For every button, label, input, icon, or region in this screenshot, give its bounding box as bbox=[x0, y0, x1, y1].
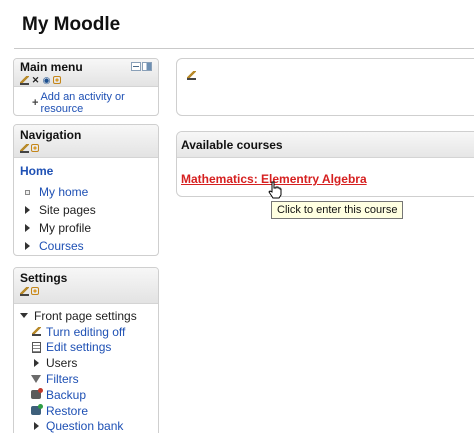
settings-header: Settings bbox=[14, 268, 158, 304]
block-edit-icons bbox=[20, 144, 152, 153]
expand-arrow-icon bbox=[24, 206, 30, 214]
settings-item-users[interactable]: Users bbox=[30, 355, 154, 371]
main-menu-block: Main menu ✕ ◉ + Add an activity or resou… bbox=[13, 58, 159, 116]
move-icon[interactable] bbox=[53, 76, 61, 84]
move-icon[interactable] bbox=[31, 144, 39, 152]
block-edit-icons bbox=[20, 287, 152, 296]
expand-arrow-icon bbox=[24, 242, 30, 250]
block-edit-icons: ✕ ◉ bbox=[20, 76, 152, 85]
nav-item-label: My home bbox=[39, 185, 89, 199]
restore-icon bbox=[31, 404, 43, 416]
hand-cursor-icon bbox=[268, 181, 282, 199]
main-menu-header: Main menu ✕ ◉ bbox=[14, 59, 158, 87]
front-page-settings-node[interactable]: Front page settings bbox=[18, 308, 154, 324]
settings-item-label: Filters bbox=[46, 372, 79, 387]
dock-icon[interactable] bbox=[142, 62, 152, 71]
move-icon[interactable] bbox=[31, 287, 39, 295]
collapse-icon[interactable] bbox=[131, 62, 141, 71]
settings-item-turn-editing-off[interactable]: Turn editing off bbox=[30, 324, 154, 340]
edit-icon[interactable] bbox=[20, 144, 29, 153]
add-activity-link[interactable]: + Add an activity or resource bbox=[18, 91, 154, 115]
navigation-header: Navigation bbox=[14, 125, 158, 158]
settings-title: Settings bbox=[20, 271, 68, 285]
settings-block: Settings Front page settings Turn editin… bbox=[13, 267, 159, 433]
page-title: My Moodle bbox=[22, 14, 121, 35]
block-controls bbox=[131, 62, 152, 71]
settings-item-label: Restore bbox=[46, 403, 89, 418]
plus-icon: + bbox=[32, 97, 39, 109]
available-courses-title: Available courses bbox=[177, 132, 474, 158]
nav-item-my-home[interactable]: My home bbox=[18, 183, 154, 201]
settings-item-label: Users bbox=[46, 356, 78, 371]
settings-item-edit-settings[interactable]: Edit settings bbox=[30, 340, 154, 356]
settings-item-restore[interactable]: Restore bbox=[30, 403, 154, 419]
tooltip: Click to enter this course bbox=[271, 201, 404, 219]
nav-item-label: Courses bbox=[39, 239, 84, 253]
nav-home-link[interactable]: Home bbox=[18, 164, 154, 178]
settings-item-label: Backup bbox=[46, 387, 87, 402]
nav-item-label: My profile bbox=[39, 221, 92, 235]
bullet-icon bbox=[24, 189, 30, 195]
available-courses-block: Available courses Mathematics: Elementry… bbox=[176, 131, 474, 197]
nav-item-courses[interactable]: Courses bbox=[18, 237, 154, 255]
navigation-title: Navigation bbox=[20, 128, 82, 142]
edit-icon[interactable] bbox=[20, 76, 29, 85]
expand-arrow-icon bbox=[33, 422, 39, 431]
settings-item-backup[interactable]: Backup bbox=[30, 387, 154, 403]
settings-item-filters[interactable]: Filters bbox=[30, 371, 154, 387]
nav-item-site-pages[interactable]: Site pages bbox=[18, 201, 154, 219]
document-icon bbox=[31, 341, 41, 353]
settings-item-question-bank[interactable]: Question bank bbox=[30, 419, 154, 433]
settings-section-label: Front page settings bbox=[34, 308, 137, 323]
add-activity-label: Add an activity or resource bbox=[40, 91, 125, 115]
edit-icon[interactable] bbox=[20, 287, 29, 296]
settings-item-label: Edit settings bbox=[46, 340, 112, 355]
navigation-block: Navigation Home My home Site pages My pr… bbox=[13, 124, 159, 256]
filter-icon bbox=[31, 375, 41, 384]
edit-icon bbox=[31, 327, 41, 337]
collapse-arrow-icon bbox=[20, 313, 28, 319]
nav-item-label: Site pages bbox=[39, 203, 96, 217]
settings-item-label: Turn editing off bbox=[46, 324, 126, 339]
eye-icon[interactable]: ◉ bbox=[42, 76, 51, 85]
expand-arrow-icon bbox=[24, 224, 30, 232]
expand-arrow-icon bbox=[33, 359, 39, 368]
backup-icon bbox=[31, 388, 43, 400]
settings-item-label: Question bank bbox=[46, 419, 124, 433]
nav-item-my-profile[interactable]: My profile bbox=[18, 219, 154, 237]
edit-icon[interactable] bbox=[187, 71, 196, 80]
site-summary-box bbox=[176, 58, 474, 116]
delete-icon[interactable]: ✕ bbox=[31, 76, 40, 85]
header-divider bbox=[14, 48, 474, 49]
